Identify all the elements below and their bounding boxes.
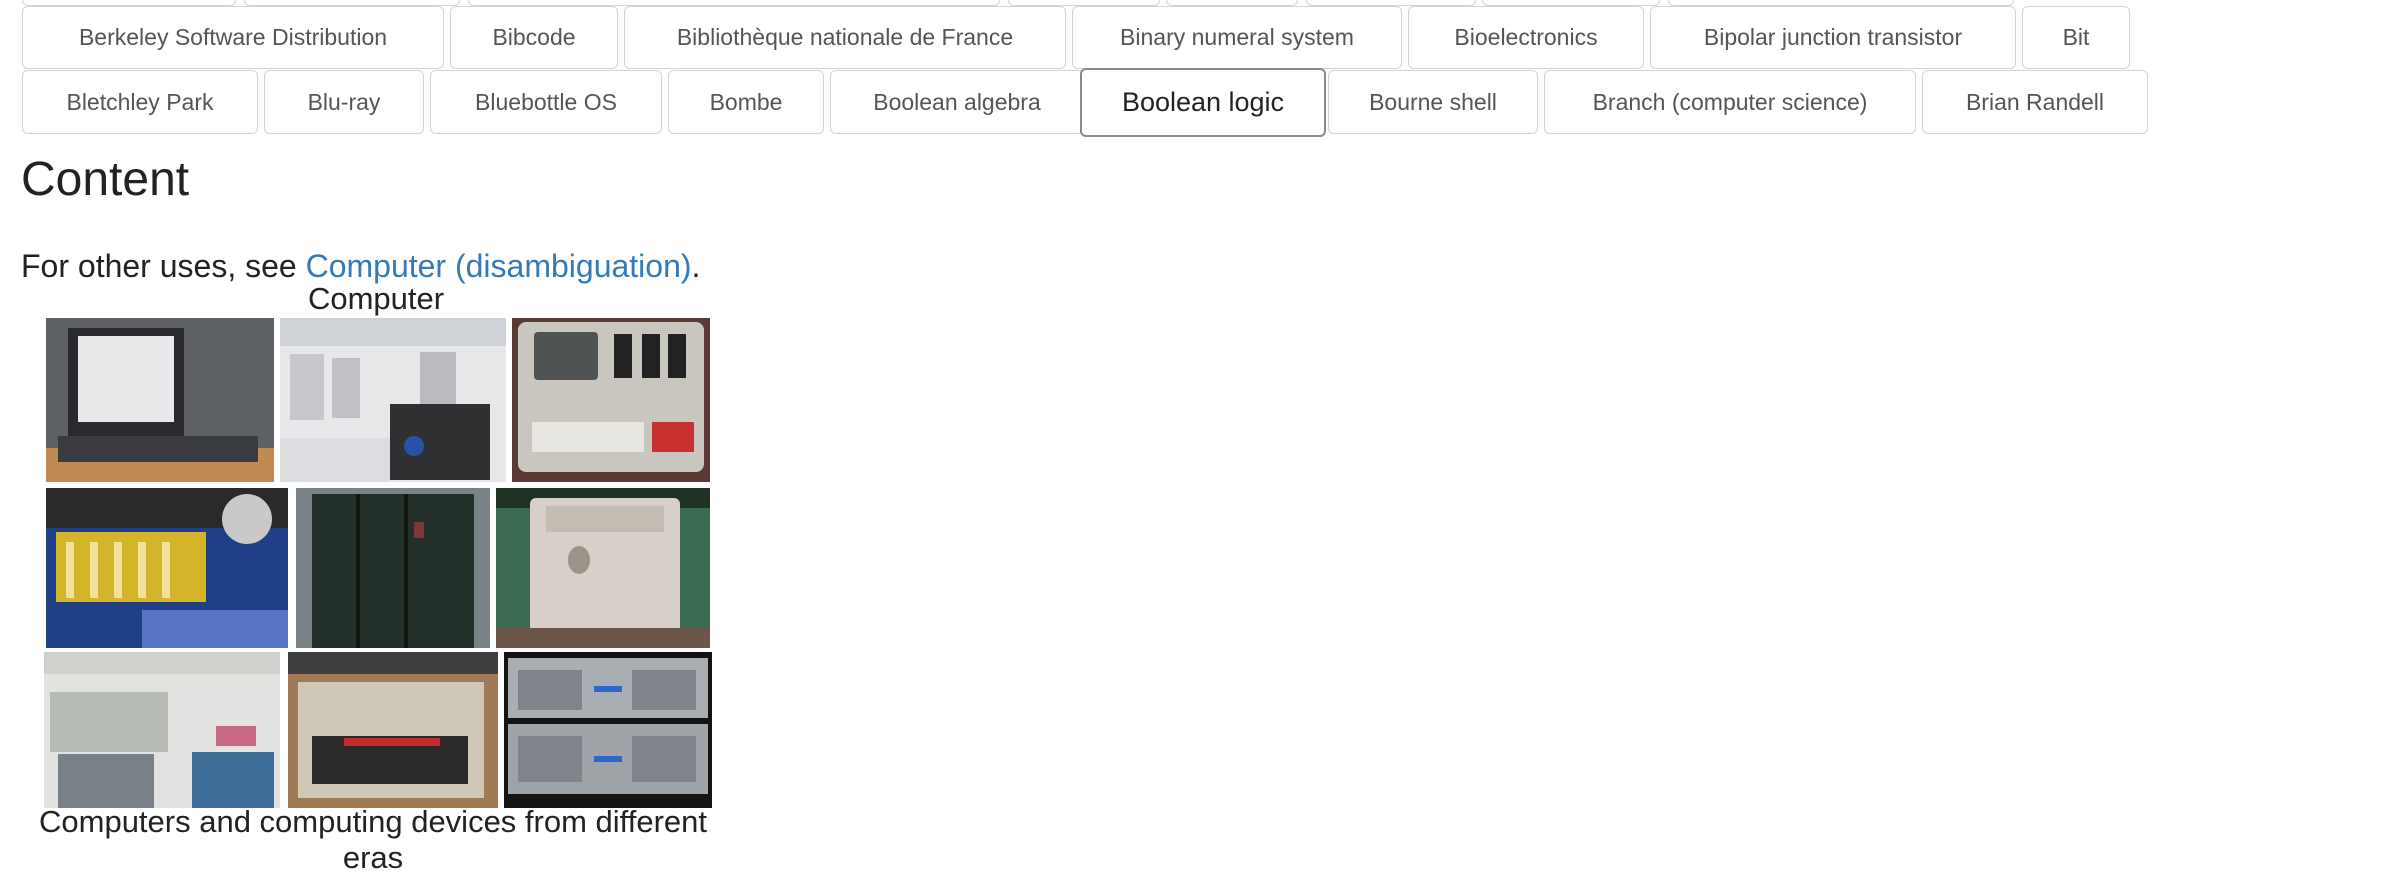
hatnote-suffix: .	[691, 248, 701, 284]
nav-item-branch-computer-science[interactable]: Branch (computer science)	[1544, 70, 1916, 134]
nav-item-brian-randell[interactable]: Brian Randell	[1922, 70, 2148, 134]
content-heading: Content	[21, 153, 190, 206]
hatnote-prefix: For other uses, see	[21, 248, 306, 284]
nav-item-bibcode[interactable]: Bibcode	[450, 6, 618, 69]
supercomputer-room-photo[interactable]	[280, 318, 506, 482]
nav-item-bombe[interactable]: Bombe	[668, 70, 824, 134]
nav-item-bourne-shell[interactable]: Bourne shell	[1328, 70, 1538, 134]
nav-item-bletchley-park[interactable]: Bletchley Park	[22, 70, 258, 134]
nav-item-berkeley-software-distribution[interactable]: Berkeley Software Distribution	[22, 6, 444, 69]
home-computer-photo[interactable]	[288, 652, 498, 808]
rack-server-photo[interactable]	[504, 652, 712, 808]
nav-item-bipolar-junction-transistor[interactable]: Bipolar junction transistor	[1650, 6, 2016, 69]
infobox-title: Computer	[307, 281, 445, 316]
power-mac-photo[interactable]	[496, 488, 710, 648]
nav-item-bibliotheque-nationale-de-france[interactable]: Bibliothèque nationale de France	[624, 6, 1066, 69]
laptop-photo[interactable]	[46, 318, 274, 482]
nav-item-bioelectronics[interactable]: Bioelectronics	[1408, 6, 1644, 69]
disambiguation-link[interactable]: Computer (disambiguation)	[306, 248, 692, 284]
circuit-board-photo[interactable]	[46, 488, 288, 648]
nav-item-boolean-algebra[interactable]: Boolean algebra	[830, 70, 1084, 134]
nav-item-binary-numeral-system[interactable]: Binary numeral system	[1072, 6, 1402, 69]
nav-item-bluebottle-os[interactable]: Bluebottle OS	[430, 70, 662, 134]
infobox-caption: Computers and computing devices from dif…	[39, 804, 707, 875]
vintage-terminal-photo[interactable]	[512, 318, 710, 482]
nav-item-blu-ray[interactable]: Blu-ray	[264, 70, 424, 134]
early-computer-room-photo[interactable]	[44, 652, 280, 808]
mainframe-cabinet-photo[interactable]	[296, 488, 490, 648]
nav-item-boolean-logic[interactable]: Boolean logic	[1080, 68, 1326, 137]
nav-item-bit[interactable]: Bit	[2022, 6, 2130, 69]
